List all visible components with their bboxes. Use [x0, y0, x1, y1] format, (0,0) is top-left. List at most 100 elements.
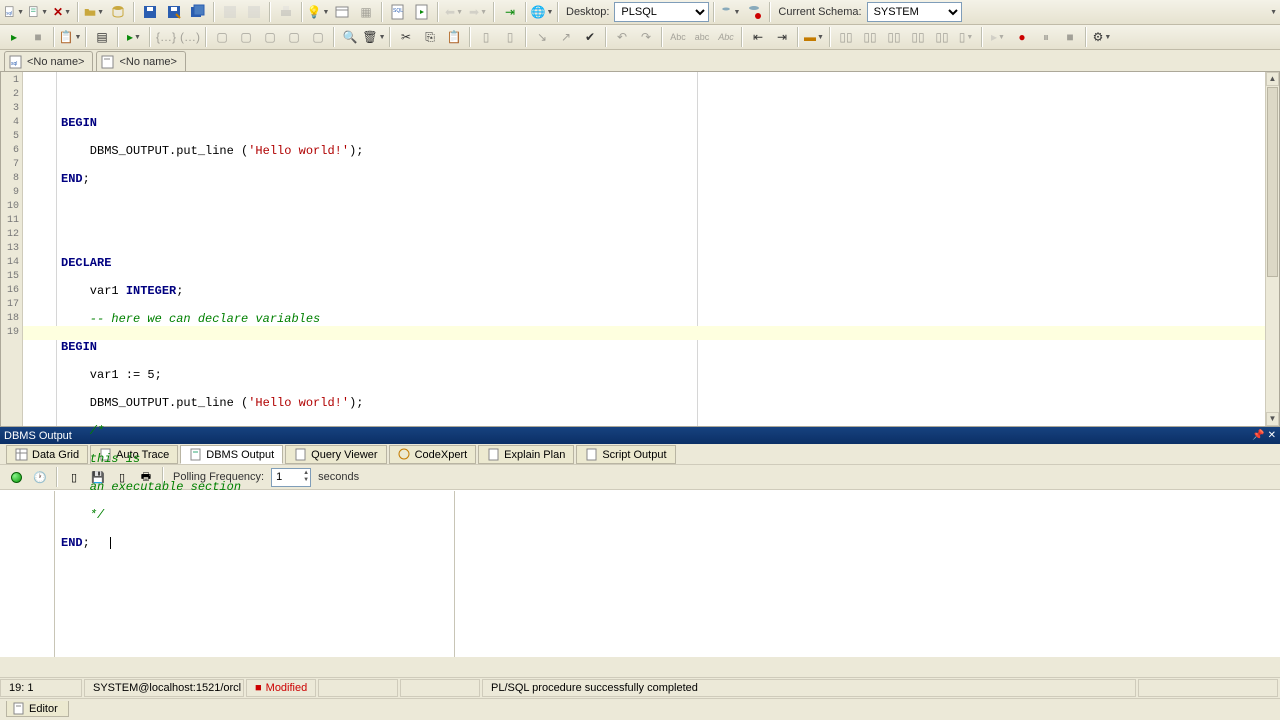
editor-right-pane [697, 72, 1279, 426]
status-connection: SYSTEM@localhost:1521/orcl [84, 679, 244, 697]
multi-doc-1: ▯▯ [835, 26, 857, 48]
schema-combo[interactable]: SYSTEM [867, 2, 962, 22]
multi-doc-4: ▯▯ [907, 26, 929, 48]
sql-script-icon[interactable]: SQL [387, 1, 409, 23]
find-icon[interactable]: 🔍 [339, 26, 361, 48]
polling-led-icon[interactable] [6, 467, 26, 487]
paste-icon[interactable]: 📋 [443, 26, 465, 48]
abc3-icon: Abc [715, 26, 737, 48]
pause-icon: ⏸ [1035, 26, 1057, 48]
execute-icon[interactable]: ▸ [3, 26, 25, 48]
grid-icon-1: ▦ [355, 1, 377, 23]
main-toolbar-2: ▸ ■ 📋▼ ▤ ▸▼ {…} (…) ▢ ▢ ▢ ▢ ▢ 🔍 🗑▼ ✂ ⎘ 📋… [0, 25, 1280, 50]
save-icon[interactable] [139, 1, 161, 23]
multi-doc-2: ▯▯ [859, 26, 881, 48]
svg-text:SQL: SQL [393, 8, 403, 14]
vertical-scrollbar[interactable]: ▲ ▼ [1265, 72, 1279, 426]
status-bar: 19: 1 SYSTEM@localhost:1521/orcl ■Modifi… [0, 677, 1280, 697]
db-action-icon[interactable]: ▼ [719, 1, 741, 23]
scroll-down-icon[interactable]: ▼ [1266, 412, 1279, 426]
pin-icon[interactable]: 📌 [1252, 430, 1264, 441]
scroll-thumb[interactable] [1267, 87, 1278, 277]
disabled-icon-1 [219, 1, 241, 23]
dis-btn-d: ▢ [283, 26, 305, 48]
file-tab-2[interactable]: <No name> [96, 51, 185, 71]
tools-icon[interactable]: ⚙▼ [1091, 26, 1113, 48]
status-blank-1 [318, 679, 398, 697]
nav1-icon: ↘ [531, 26, 553, 48]
scroll-up-icon[interactable]: ▲ [1266, 72, 1279, 86]
outdent-icon[interactable]: ⇤ [747, 26, 769, 48]
close-panel-icon[interactable]: ✕ [1268, 430, 1276, 441]
sql-run-icon[interactable] [411, 1, 433, 23]
goto-icon[interactable]: ⇥ [499, 1, 521, 23]
editor[interactable]: 12345678910111213141516171819 BEGIN DBMS… [0, 72, 1280, 427]
file-tab-1[interactable]: sql <No name> [4, 51, 93, 71]
modified-indicator: ■Modified [246, 679, 316, 697]
cut-icon[interactable]: ✂ [395, 26, 417, 48]
multi-doc-6: ▯▼ [955, 26, 977, 48]
explain-icon[interactable]: 📋▼ [59, 26, 81, 48]
print-icon [275, 1, 297, 23]
redo-icon: ↷ [635, 26, 657, 48]
file-tab-1-label: <No name> [27, 56, 84, 68]
record-icon[interactable]: ● [1011, 26, 1033, 48]
globe-icon[interactable]: 🌐▼ [531, 1, 553, 23]
checkmark-icon[interactable]: ✔ [579, 26, 601, 48]
stop-icon: ■ [27, 26, 49, 48]
bottom-tab-bar: Editor [0, 698, 1280, 720]
forward-icon: ➡▼ [467, 1, 489, 23]
status-position: 19: 1 [0, 679, 82, 697]
save-all-icon[interactable] [187, 1, 209, 23]
code-area[interactable]: BEGIN DBMS_OUTPUT.put_line ('Hello world… [57, 72, 697, 426]
dis-btn-e: ▢ [307, 26, 329, 48]
back-icon: ⬅▼ [443, 1, 465, 23]
dis-btn-b: ▢ [235, 26, 257, 48]
script-run-icon[interactable]: ▤ [91, 26, 113, 48]
svg-text:sql: sql [11, 61, 17, 67]
open-db-icon[interactable] [107, 1, 129, 23]
highlight-icon[interactable]: ▬▼ [803, 26, 825, 48]
fold-margin [23, 72, 57, 426]
language-combo[interactable]: PLSQL [614, 2, 709, 22]
close-doc-icon[interactable]: ✕▼ [51, 1, 73, 23]
toolbar-overflow-icon[interactable]: ▼ [1270, 9, 1277, 16]
desktop-label: Desktop: [566, 6, 609, 18]
doc-blank-icon: ▯ [475, 26, 497, 48]
schema-label: Current Schema: [778, 6, 861, 18]
status-blank-2 [400, 679, 480, 697]
nav2-icon: ↗ [555, 26, 577, 48]
status-message: PL/SQL procedure successfully completed [482, 679, 1136, 697]
indent-icon[interactable]: ⇥ [771, 26, 793, 48]
lightbulb-icon[interactable]: 💡▼ [307, 1, 329, 23]
abc1-icon: Abc [667, 26, 689, 48]
sheet-icon[interactable]: ▼ [27, 1, 49, 23]
multi-doc-3: ▯▯ [883, 26, 905, 48]
ellipsis-icon: (…) [179, 26, 201, 48]
copy-icon[interactable]: ⎘ [419, 26, 441, 48]
disabled-icon-2 [243, 1, 265, 23]
calendar-icon[interactable] [331, 1, 353, 23]
line-gutter: 12345678910111213141516171819 [1, 72, 23, 426]
multi-doc-5: ▯▯ [931, 26, 953, 48]
file-tab-bar: sql <No name> <No name> [0, 50, 1280, 72]
main-toolbar-1: sql▼ ▼ ✕▼ ▼ 💡▼ ▦ SQL ⬅▼ ➡▼ ⇥ 🌐▼ Desktop:… [0, 0, 1280, 25]
sql-doc-icon[interactable]: sql▼ [3, 1, 25, 23]
trash-icon[interactable]: 🗑▼ [363, 26, 385, 48]
dis-btn-a: ▢ [211, 26, 233, 48]
db-stop-icon[interactable] [743, 1, 765, 23]
play-btn-icon: ▸▼ [987, 26, 1009, 48]
debug-step-icon[interactable]: ▸▼ [123, 26, 145, 48]
save-as-icon[interactable] [163, 1, 185, 23]
status-blank-3 [1138, 679, 1278, 697]
open-icon[interactable]: ▼ [83, 1, 105, 23]
stop2-icon: ■ [1059, 26, 1081, 48]
abc2-icon: abc [691, 26, 713, 48]
undo-icon: ↶ [611, 26, 633, 48]
dis-btn-c: ▢ [259, 26, 281, 48]
file-tab-2-label: <No name> [119, 56, 176, 68]
doc-blank2-icon: ▯ [499, 26, 521, 48]
clock-icon[interactable]: 🕐 [30, 467, 50, 487]
svg-text:sql: sql [6, 10, 12, 15]
editor-tab[interactable]: Editor [6, 701, 69, 717]
